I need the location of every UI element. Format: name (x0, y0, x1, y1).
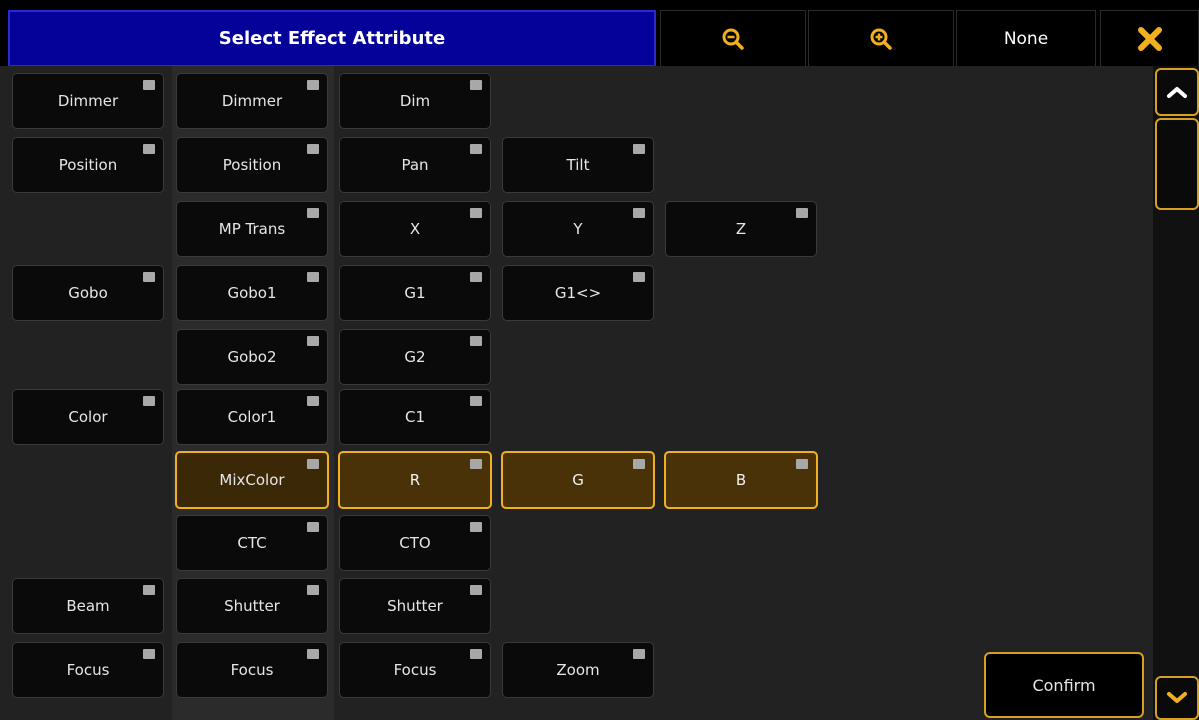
zoom-out-button[interactable] (660, 10, 806, 67)
indicator (307, 522, 319, 532)
indicator (633, 272, 645, 282)
scroll-up-button[interactable] (1155, 68, 1199, 116)
indicator (633, 459, 645, 469)
indicator (470, 144, 482, 154)
window-title-text: Select Effect Attribute (218, 28, 446, 49)
attr-button-mixcolor[interactable]: MixColor (175, 451, 329, 509)
attr-button-y[interactable]: Y (502, 201, 654, 257)
attr-button-tilt[interactable]: Tilt (502, 137, 654, 193)
attr-button-dimmer-feature[interactable]: Dimmer (176, 73, 328, 129)
indicator (307, 336, 319, 346)
chevron-up-icon (1167, 87, 1187, 98)
attr-button-focus[interactable]: Focus (339, 642, 491, 698)
attr-button-mp-trans[interactable]: MP Trans (176, 201, 328, 257)
attr-button-focus-feature-group[interactable]: Focus (12, 642, 164, 698)
indicator (307, 80, 319, 90)
window-title: Select Effect Attribute (8, 10, 656, 67)
indicator (470, 522, 482, 532)
indicator (470, 585, 482, 595)
close-icon (1137, 26, 1162, 51)
attr-button-gobo-feature-group[interactable]: Gobo (12, 265, 164, 321)
attr-button-g[interactable]: G (501, 451, 655, 509)
indicator (307, 208, 319, 218)
indicator (307, 396, 319, 406)
attr-button-g1-rotate[interactable]: G1<> (502, 265, 654, 321)
indicator (143, 144, 155, 154)
indicator (307, 144, 319, 154)
attr-button-shutter[interactable]: Shutter (339, 578, 491, 634)
attr-button-g1[interactable]: G1 (339, 265, 491, 321)
indicator (143, 396, 155, 406)
attr-button-position-feature-group[interactable]: Position (12, 137, 164, 193)
indicator (633, 144, 645, 154)
attr-button-r[interactable]: R (338, 451, 492, 509)
attr-button-c1[interactable]: C1 (339, 389, 491, 445)
indicator (796, 459, 808, 469)
indicator (307, 459, 319, 469)
attr-button-focus-feature[interactable]: Focus (176, 642, 328, 698)
none-button-label: None (1003, 28, 1049, 49)
indicator (470, 396, 482, 406)
attr-button-z[interactable]: Z (665, 201, 817, 257)
indicator (143, 80, 155, 90)
indicator (470, 459, 482, 469)
close-button[interactable] (1100, 10, 1199, 67)
indicator (307, 585, 319, 595)
attr-button-g2[interactable]: G2 (339, 329, 491, 385)
indicator (633, 649, 645, 659)
attr-button-color1[interactable]: Color1 (176, 389, 328, 445)
indicator (470, 80, 482, 90)
attr-button-ctc[interactable]: CTC (176, 515, 328, 571)
scroll-down-button[interactable] (1155, 676, 1199, 720)
indicator (307, 649, 319, 659)
attr-button-gobo1[interactable]: Gobo1 (176, 265, 328, 321)
attr-button-gobo2[interactable]: Gobo2 (176, 329, 328, 385)
indicator (470, 208, 482, 218)
none-button[interactable]: None (956, 10, 1096, 67)
confirm-button[interactable]: Confirm (984, 652, 1144, 718)
attr-button-dim[interactable]: Dim (339, 73, 491, 129)
indicator (470, 649, 482, 659)
attr-button-color-feature-group[interactable]: Color (12, 389, 164, 445)
attr-button-dimmer-feature-group[interactable]: Dimmer (12, 73, 164, 129)
indicator (307, 272, 319, 282)
zoom-in-icon (870, 28, 892, 50)
attr-button-b[interactable]: B (664, 451, 818, 509)
indicator (796, 208, 808, 218)
scrollbar-thumb[interactable] (1155, 118, 1199, 210)
attr-button-cto[interactable]: CTO (339, 515, 491, 571)
confirm-button-label: Confirm (1032, 675, 1096, 695)
attr-button-pan[interactable]: Pan (339, 137, 491, 193)
attr-button-position-feature[interactable]: Position (176, 137, 328, 193)
attr-button-zoom[interactable]: Zoom (502, 642, 654, 698)
indicator (143, 272, 155, 282)
attr-button-beam-feature-group[interactable]: Beam (12, 578, 164, 634)
indicator (633, 208, 645, 218)
indicator (470, 272, 482, 282)
chevron-down-icon (1167, 692, 1187, 703)
zoom-in-button[interactable] (808, 10, 954, 67)
indicator (470, 336, 482, 346)
attr-button-shutter-feature[interactable]: Shutter (176, 578, 328, 634)
indicator (143, 585, 155, 595)
indicator (143, 649, 155, 659)
attr-button-x[interactable]: X (339, 201, 491, 257)
zoom-out-icon (722, 28, 744, 50)
